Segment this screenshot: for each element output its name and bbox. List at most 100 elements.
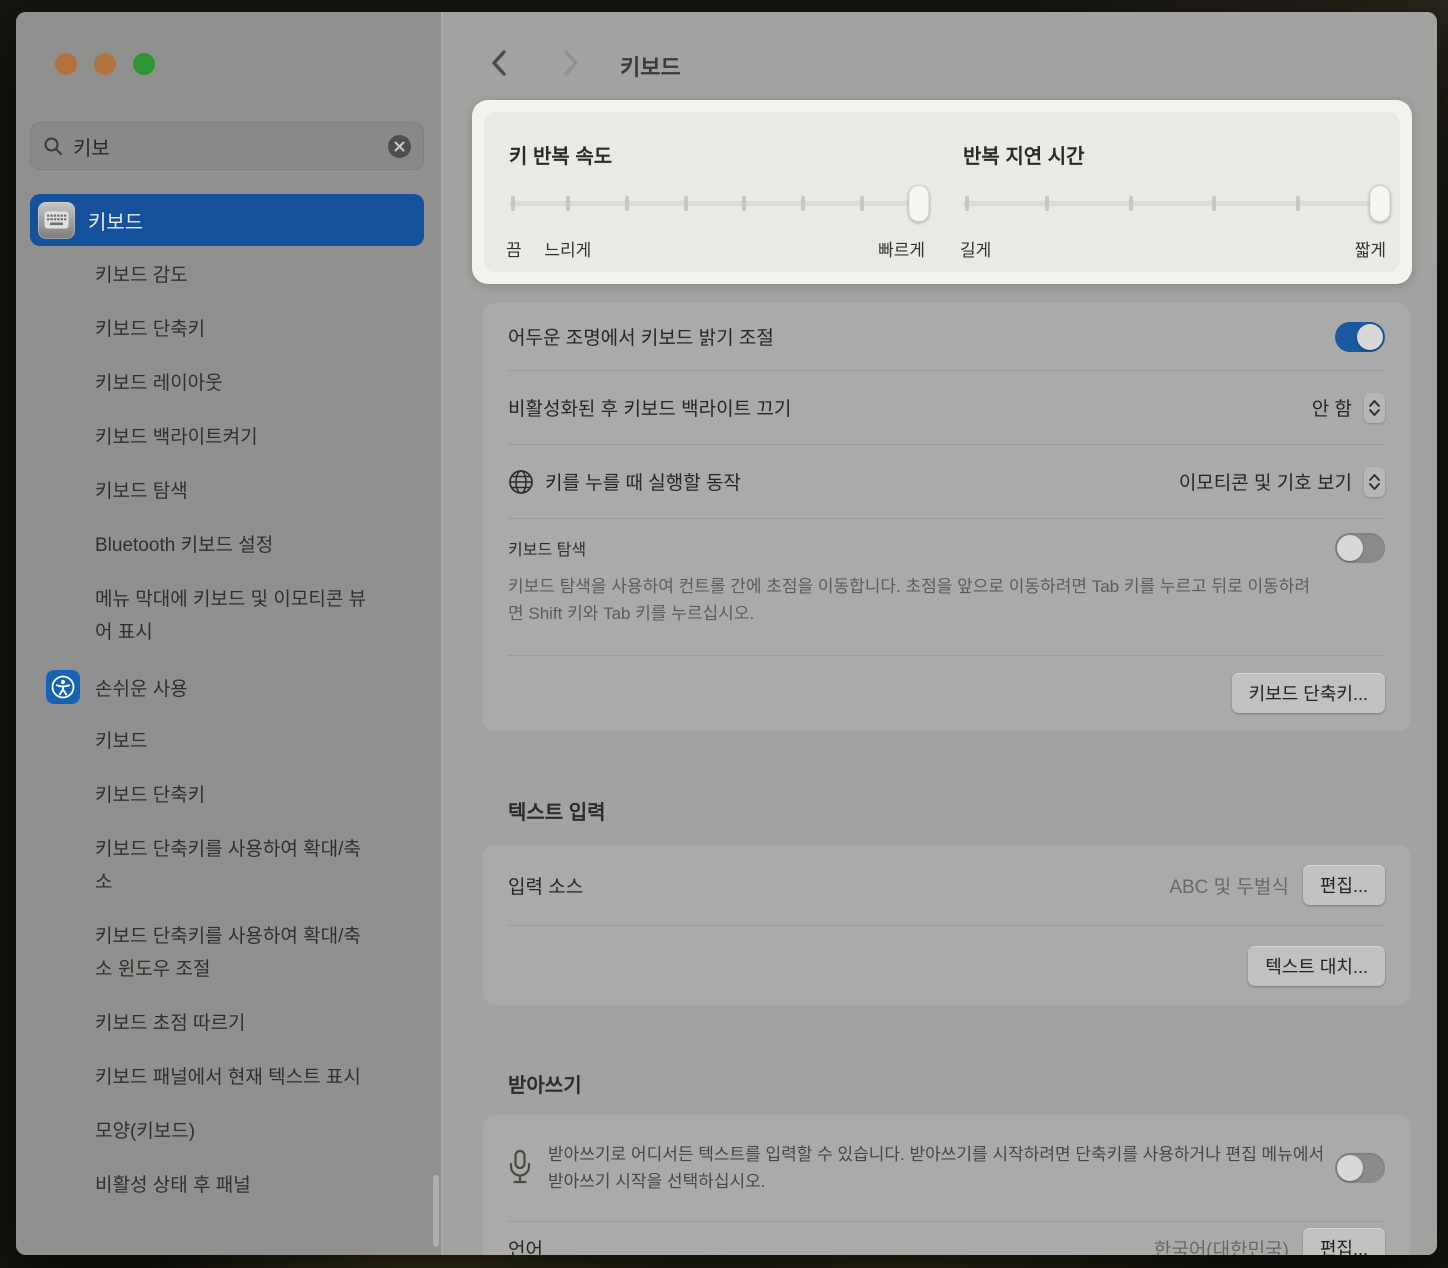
globe-key-label: 키를 누를 때 실행할 동작 bbox=[545, 468, 741, 495]
sidebar-item-keyboard-selected[interactable]: 키보드 bbox=[30, 194, 424, 246]
slider-tick bbox=[1212, 196, 1216, 211]
keyboard-nav-description: 키보드 탐색을 사용하여 컨트롤 간에 초점을 이동합니다. 초점을 앞으로 이… bbox=[508, 573, 1318, 627]
repeat-delay-label: 반복 지연 시간 bbox=[963, 140, 1382, 169]
sidebar-item-acc-inactive-panel[interactable]: 비활성 상태 후 패널 bbox=[30, 1169, 375, 1202]
sidebar-item-label: 키보드 백라이트켜기 bbox=[95, 421, 375, 454]
keyboard-icon bbox=[38, 202, 75, 239]
sidebar-item-label: 메뉴 막대에 키보드 및 이모티콘 뷰어 표시 bbox=[95, 583, 375, 649]
backlight-off-popup[interactable] bbox=[1364, 393, 1385, 423]
text-replacements-button[interactable]: 텍스트 대치... bbox=[1248, 946, 1385, 986]
clear-search-icon[interactable] bbox=[388, 135, 411, 158]
sidebar-item-label: 키보드 bbox=[95, 725, 375, 758]
sidebar-item-menubar-viewer[interactable]: 메뉴 막대에 키보드 및 이모티콘 뷰어 표시 bbox=[30, 583, 375, 649]
window-controls bbox=[55, 53, 155, 75]
search-icon bbox=[43, 136, 63, 156]
sidebar-item-keyboard-layouts[interactable]: 키보드 레이아웃 bbox=[30, 367, 375, 400]
keyboard-settings-card: 어두운 조명에서 키보드 밝기 조절 비활성화된 후 키보드 백라이트 끄기 안… bbox=[483, 303, 1410, 731]
sidebar-item-label: Bluetooth 키보드 설정 bbox=[95, 529, 375, 562]
sidebar-item-label: 키보드 단축키 bbox=[95, 779, 375, 812]
sidebar-item-label: 키보드 레이아웃 bbox=[95, 367, 375, 400]
sidebar-results-list: 키보드 감도 키보드 단축키 키보드 레이아웃 키보드 백라이트켜기 키보드 탐… bbox=[30, 259, 430, 1223]
backlight-off-label: 비활성화된 후 키보드 백라이트 끄기 bbox=[508, 394, 791, 421]
slider-thumb[interactable] bbox=[1369, 185, 1390, 222]
sidebar: 키보드 키보드 감도 키보드 단축키 키보드 레이아웃 키보드 백라이트켜기 키… bbox=[16, 12, 443, 1255]
keyboard-nav-label: 키보드 탐색 bbox=[508, 536, 586, 560]
text-input-card: 입력 소스 ABC 및 두벌식 편집... 텍스트 대치... bbox=[483, 845, 1410, 1005]
page-title: 키보드 bbox=[620, 50, 681, 82]
scale-label-short: 짧게 bbox=[1355, 236, 1386, 261]
sidebar-item-acc-focus-follow[interactable]: 키보드 초점 따르기 bbox=[30, 1007, 375, 1040]
edit-language-button[interactable]: 편집... bbox=[1303, 1228, 1385, 1255]
globe-key-row: 키를 누를 때 실행할 동작 이모티콘 및 기호 보기 bbox=[483, 445, 1410, 518]
sidebar-item-keyboard-sensitivity[interactable]: 키보드 감도 bbox=[30, 259, 375, 292]
sidebar-item-label: 비활성 상태 후 패널 bbox=[95, 1169, 375, 1202]
globe-key-value: 이모티콘 및 기호 보기 bbox=[1179, 468, 1352, 495]
keyboard-shortcuts-button[interactable]: 키보드 단축키... bbox=[1232, 673, 1385, 713]
sidebar-item-label: 손쉬운 사용 bbox=[95, 674, 188, 701]
brightness-label: 어두운 조명에서 키보드 밝기 조절 bbox=[508, 323, 774, 350]
backlight-off-value: 안 함 bbox=[1312, 394, 1352, 421]
input-source-label: 입력 소스 bbox=[508, 872, 583, 899]
key-repeat-section: 키 반복 속도 끔 느리게 bbox=[509, 112, 921, 272]
slider-tick bbox=[801, 196, 805, 211]
keyboard-nav-row: 키보드 탐색 키보드 탐색을 사용하여 컨트롤 간에 초점을 이동합니다. 초점… bbox=[483, 519, 1410, 655]
close-window-button[interactable] bbox=[55, 53, 77, 75]
sidebar-item-acc-appearance[interactable]: 모양(키보드) bbox=[30, 1115, 375, 1148]
sidebar-item-acc-zoom-shortcut[interactable]: 키보드 단축키를 사용하여 확대/축소 bbox=[30, 833, 375, 899]
sidebar-item-keyboard-backlight[interactable]: 키보드 백라이트켜기 bbox=[30, 421, 375, 454]
forward-button[interactable] bbox=[555, 46, 585, 85]
repeat-delay-slider[interactable] bbox=[963, 185, 1382, 223]
key-repeat-slider[interactable] bbox=[509, 185, 921, 223]
sidebar-item-acc-shortcuts[interactable]: 키보드 단축키 bbox=[30, 779, 375, 812]
edit-input-sources-button[interactable]: 편집... bbox=[1303, 865, 1385, 905]
sidebar-item-label: 키보드 초점 따르기 bbox=[95, 1007, 375, 1040]
sidebar-item-bluetooth-keyboard[interactable]: Bluetooth 키보드 설정 bbox=[30, 529, 375, 562]
sidebar-scrollbar[interactable] bbox=[433, 1175, 439, 1247]
toggle-knob bbox=[1337, 1155, 1363, 1181]
key-repeat-label: 키 반복 속도 bbox=[509, 140, 921, 169]
toggle-knob bbox=[1357, 324, 1383, 350]
scale-label-off: 끔 bbox=[506, 236, 522, 261]
slider-tick bbox=[625, 196, 629, 211]
globe-key-popup[interactable] bbox=[1364, 467, 1385, 497]
sidebar-item-label: 키보드 단축키 bbox=[95, 313, 375, 346]
dictation-language-row: 언어 한국어(대한민국) 편집... bbox=[483, 1222, 1410, 1255]
sidebar-item-acc-panel-text[interactable]: 키보드 패널에서 현재 텍스트 표시 bbox=[30, 1061, 375, 1094]
repeat-sliders-panel: 키 반복 속도 끔 느리게 bbox=[483, 111, 1401, 273]
brightness-toggle[interactable] bbox=[1335, 322, 1385, 352]
dictation-toggle[interactable] bbox=[1335, 1153, 1385, 1183]
search-input[interactable] bbox=[73, 135, 388, 158]
slider-tick bbox=[1045, 196, 1049, 211]
slider-tick bbox=[1296, 196, 1300, 211]
accessibility-icon bbox=[46, 670, 80, 704]
scale-label-slow: 느리게 bbox=[544, 236, 591, 261]
sidebar-item-keyboard-navigation[interactable]: 키보드 탐색 bbox=[30, 475, 375, 508]
sidebar-item-label: 키보드 단축키를 사용하여 확대/축소 윈도우 조절 bbox=[95, 920, 375, 986]
sidebar-item-label: 키보드 패널에서 현재 텍스트 표시 bbox=[95, 1061, 375, 1094]
globe-icon bbox=[508, 469, 534, 495]
language-label: 언어 bbox=[508, 1235, 543, 1256]
zoom-window-button[interactable] bbox=[133, 53, 155, 75]
minimize-window-button[interactable] bbox=[94, 53, 116, 75]
keyboard-nav-toggle[interactable] bbox=[1335, 533, 1385, 563]
sidebar-item-label: 키보드 탐색 bbox=[95, 475, 375, 508]
main-pane: 키보드 키 반복 속도 bbox=[443, 12, 1437, 1255]
shortcuts-button-row: 키보드 단축키... bbox=[483, 656, 1410, 730]
search-field[interactable] bbox=[30, 122, 424, 170]
language-value: 한국어(대한민국) bbox=[1154, 1235, 1289, 1256]
slider-tick bbox=[965, 196, 969, 211]
sidebar-item-acc-keyboard[interactable]: 키보드 bbox=[30, 725, 375, 758]
backlight-off-row: 비활성화된 후 키보드 백라이트 끄기 안 함 bbox=[483, 371, 1410, 444]
highlighted-setting-group: 키 반복 속도 끔 느리게 bbox=[472, 100, 1412, 284]
back-button[interactable] bbox=[485, 46, 515, 85]
dictation-card: 받아쓰기로 어디서든 텍스트를 입력할 수 있습니다. 받아쓰기를 시작하려면 … bbox=[483, 1115, 1410, 1255]
sidebar-item-keyboard-shortcuts[interactable]: 키보드 단축키 bbox=[30, 313, 375, 346]
scale-label-fast: 빠르게 bbox=[878, 236, 925, 261]
sidebar-item-accessibility[interactable]: 손쉬운 사용 bbox=[30, 670, 430, 704]
dictation-description: 받아쓰기로 어디서든 텍스트를 입력할 수 있습니다. 받아쓰기를 시작하려면 … bbox=[548, 1141, 1328, 1195]
microphone-icon bbox=[508, 1149, 532, 1187]
dictation-section-title: 받아쓰기 bbox=[508, 1069, 582, 1098]
repeat-delay-scale-labels: 길게 짧게 bbox=[963, 236, 1382, 258]
sidebar-item-acc-zoom-window[interactable]: 키보드 단축키를 사용하여 확대/축소 윈도우 조절 bbox=[30, 920, 375, 986]
slider-thumb[interactable] bbox=[908, 185, 929, 222]
